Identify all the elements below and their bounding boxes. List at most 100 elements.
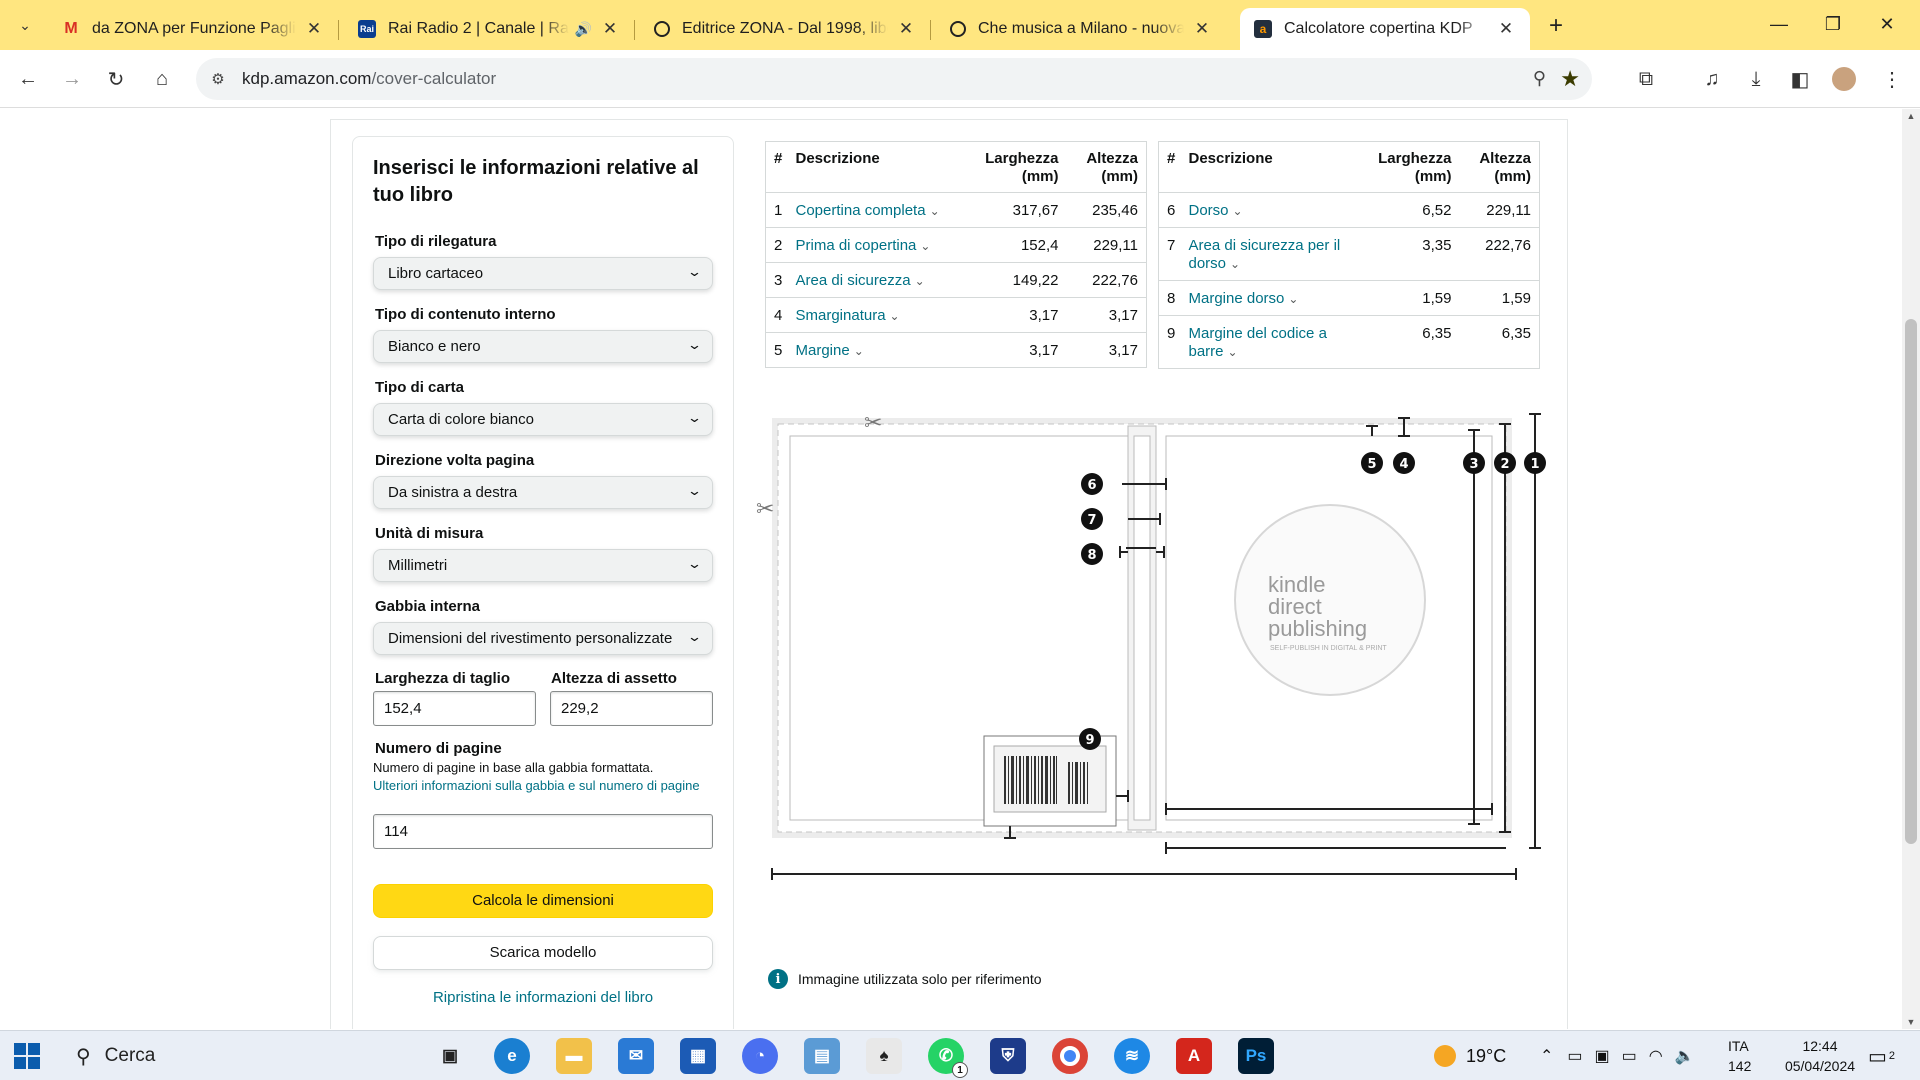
file-explorer-icon[interactable]: ▬ bbox=[556, 1038, 592, 1074]
scroll-up-arrow-icon[interactable]: ▲ bbox=[1902, 111, 1920, 121]
home-icon[interactable]: ⌂ bbox=[146, 63, 178, 95]
chevron-up-icon[interactable]: ⌃ bbox=[1540, 1046, 1553, 1066]
reset-book-info-link[interactable]: Ripristina le informazioni del libro bbox=[373, 989, 713, 1006]
chat-icon[interactable]: ◔ bbox=[742, 1038, 778, 1074]
paper-select[interactable]: Carta di colore bianco ⌄ bbox=[373, 403, 713, 436]
task-view-icon[interactable]: ▣ bbox=[432, 1038, 468, 1074]
page-scrollbar[interactable]: ▲ ▼ bbox=[1902, 109, 1920, 1029]
forward-arrow-icon[interactable]: → bbox=[56, 63, 88, 95]
site-settings-icon[interactable]: ⚙ bbox=[208, 69, 228, 89]
edge-icon[interactable]: e bbox=[494, 1038, 530, 1074]
minimize-icon[interactable]: — bbox=[1756, 8, 1802, 40]
windows-start-icon[interactable] bbox=[14, 1043, 40, 1069]
control-panel-icon[interactable]: ▤ bbox=[804, 1038, 840, 1074]
scroll-down-arrow-icon[interactable]: ▼ bbox=[1902, 1017, 1920, 1027]
display-icon[interactable]: ▣ bbox=[1595, 1046, 1610, 1066]
chevron-down-icon[interactable]: ⌄ bbox=[1230, 257, 1240, 271]
unit-select[interactable]: Millimetri ⌄ bbox=[373, 549, 713, 582]
taskbar-search[interactable]: ⚲ Cerca bbox=[60, 1034, 415, 1078]
battery-icon[interactable]: ▭ bbox=[1622, 1046, 1637, 1066]
solitaire-icon[interactable]: ♠ bbox=[866, 1038, 902, 1074]
bookmark-star-icon[interactable]: ★ bbox=[1560, 66, 1580, 92]
weather-widget[interactable]: 19°C bbox=[1434, 1031, 1506, 1080]
speaker-icon[interactable]: 🔊 bbox=[575, 21, 592, 38]
whatsapp-icon[interactable]: ✆ 1 bbox=[928, 1038, 968, 1078]
tab-musica-milano[interactable]: Che musica a Milano - nuova edizione ✕ bbox=[936, 8, 1226, 50]
tab-raiplay[interactable]: Rai Rai Radio 2 | Canale | RaiPlay 🔊 ✕ bbox=[344, 8, 635, 50]
acrobat-icon[interactable]: A bbox=[1176, 1038, 1212, 1074]
trim-select[interactable]: Dimensioni del rivestimento personalizza… bbox=[373, 622, 713, 655]
calculate-button[interactable]: Calcola le dimensioni bbox=[373, 884, 713, 918]
clock-icon bbox=[950, 21, 966, 37]
download-icon[interactable]: ⤓ bbox=[1740, 63, 1772, 95]
side-panel-icon[interactable]: ◧ bbox=[1784, 63, 1816, 95]
trim-height-input[interactable]: 229,2 bbox=[550, 691, 713, 726]
marker-1: 1 bbox=[1524, 452, 1546, 474]
vpn-shield-icon[interactable]: ⛨ bbox=[990, 1038, 1026, 1074]
back-arrow-icon[interactable]: ← bbox=[12, 63, 44, 95]
chrome-icon[interactable] bbox=[1052, 1038, 1088, 1074]
close-tab-icon[interactable]: ✕ bbox=[304, 19, 324, 39]
close-window-icon[interactable]: ✕ bbox=[1864, 8, 1910, 40]
close-tab-icon[interactable]: ✕ bbox=[1192, 19, 1212, 39]
spine-safe-area bbox=[1133, 435, 1151, 821]
page-count-input[interactable]: 114 bbox=[373, 814, 713, 849]
download-template-button[interactable]: Scarica modello bbox=[373, 936, 713, 970]
row-description-toggle[interactable]: Area di sicurezza per il dorso bbox=[1189, 237, 1341, 272]
row-description-toggle[interactable]: Margine dorso bbox=[1189, 290, 1285, 307]
extensions-puzzle-icon[interactable]: ⧉ bbox=[1630, 63, 1662, 95]
more-menu-icon[interactable]: ⋮ bbox=[1876, 63, 1908, 95]
row-description-toggle[interactable]: Margine bbox=[796, 342, 850, 359]
direction-select[interactable]: Da sinistra a destra ⌄ bbox=[373, 476, 713, 509]
profile-avatar-icon[interactable] bbox=[1828, 63, 1860, 95]
chevron-down-icon[interactable]: ⌄ bbox=[1228, 345, 1238, 359]
volume-icon[interactable]: 🔈 bbox=[1675, 1046, 1695, 1066]
svg-text:6: 6 bbox=[1087, 478, 1096, 493]
notification-center-icon[interactable]: ▭ 2 bbox=[1868, 1031, 1895, 1080]
input-language[interactable]: ITA 142 bbox=[1728, 1031, 1751, 1080]
row-description-toggle[interactable]: Prima di copertina bbox=[796, 237, 917, 254]
tab-gmail[interactable]: M da ZONA per Funzione Pagliarani ✕ bbox=[48, 8, 339, 50]
chevron-down-icon[interactable]: ⌄ bbox=[920, 239, 930, 253]
clock[interactable]: 12:44 05/04/2024 bbox=[1784, 1031, 1856, 1080]
chevron-down-icon[interactable]: ⌄ bbox=[890, 309, 900, 323]
zoom-magnifier-icon[interactable]: ⚲ bbox=[1533, 68, 1546, 89]
trim-width-input[interactable]: 152,4 bbox=[373, 691, 536, 726]
chevron-down-icon[interactable]: ⌄ bbox=[1288, 292, 1298, 306]
scrollbar-thumb[interactable] bbox=[1905, 319, 1917, 844]
system-tray-icons[interactable]: ⌃ ▭ ▣ ▭ ◠ 🔈 bbox=[1540, 1031, 1695, 1080]
mail-icon[interactable]: ✉ bbox=[618, 1038, 654, 1074]
row-description-toggle[interactable]: Dorso bbox=[1189, 202, 1229, 219]
wifi-icon[interactable]: ◠ bbox=[1649, 1046, 1663, 1066]
row-description-toggle[interactable]: Margine del codice a barre bbox=[1189, 325, 1327, 360]
tab-kdp-calculator[interactable]: a Calcolatore copertina KDP ✕ bbox=[1240, 8, 1530, 50]
media-control-icon[interactable]: ♫ bbox=[1696, 63, 1728, 95]
blue-app-icon[interactable]: ≋ bbox=[1114, 1038, 1150, 1074]
chevron-down-icon[interactable]: ⌄ bbox=[915, 274, 925, 288]
close-tab-icon[interactable]: ✕ bbox=[1496, 19, 1516, 39]
tab-search-chevron-icon[interactable]: ⌄ bbox=[8, 10, 42, 40]
chevron-down-icon[interactable]: ⌄ bbox=[854, 344, 864, 358]
pages-info-link[interactable]: Ulteriori informazioni sulla gabbia e su… bbox=[373, 778, 700, 793]
binding-select[interactable]: Libro cartaceo ⌄ bbox=[373, 257, 713, 290]
reload-icon[interactable]: ↻ bbox=[100, 63, 132, 95]
new-tab-plus-icon[interactable]: + bbox=[1542, 12, 1570, 40]
table-row: 8 Margine dorso ⌄ 1,59 1,59 bbox=[1158, 280, 1540, 316]
store-icon[interactable]: ▦ bbox=[680, 1038, 716, 1074]
svg-text:4: 4 bbox=[1399, 457, 1408, 472]
close-tab-icon[interactable]: ✕ bbox=[896, 19, 916, 39]
meet-icon[interactable]: ▭ bbox=[1567, 1046, 1582, 1066]
tab-editrice-zona[interactable]: Editrice ZONA - Dal 1998, libera ✕ bbox=[640, 8, 931, 50]
row-description-toggle[interactable]: Copertina completa bbox=[796, 202, 926, 219]
address-bar[interactable]: ⚙ kdp.amazon.com/cover-calculator ⚲ ★ bbox=[196, 58, 1592, 100]
chevron-down-icon[interactable]: ⌄ bbox=[930, 204, 940, 218]
svg-text:5: 5 bbox=[1367, 457, 1376, 472]
restore-icon[interactable]: ❐ bbox=[1810, 8, 1856, 40]
chevron-down-icon[interactable]: ⌄ bbox=[1233, 204, 1243, 218]
close-tab-icon[interactable]: ✕ bbox=[600, 19, 620, 39]
row-description-toggle[interactable]: Smarginatura bbox=[796, 307, 886, 324]
photoshop-icon[interactable]: Ps bbox=[1238, 1038, 1274, 1074]
row-description-toggle[interactable]: Area di sicurezza bbox=[796, 272, 911, 289]
interior-select[interactable]: Bianco e nero ⌄ bbox=[373, 330, 713, 363]
url-text[interactable]: kdp.amazon.com/cover-calculator bbox=[242, 69, 496, 89]
